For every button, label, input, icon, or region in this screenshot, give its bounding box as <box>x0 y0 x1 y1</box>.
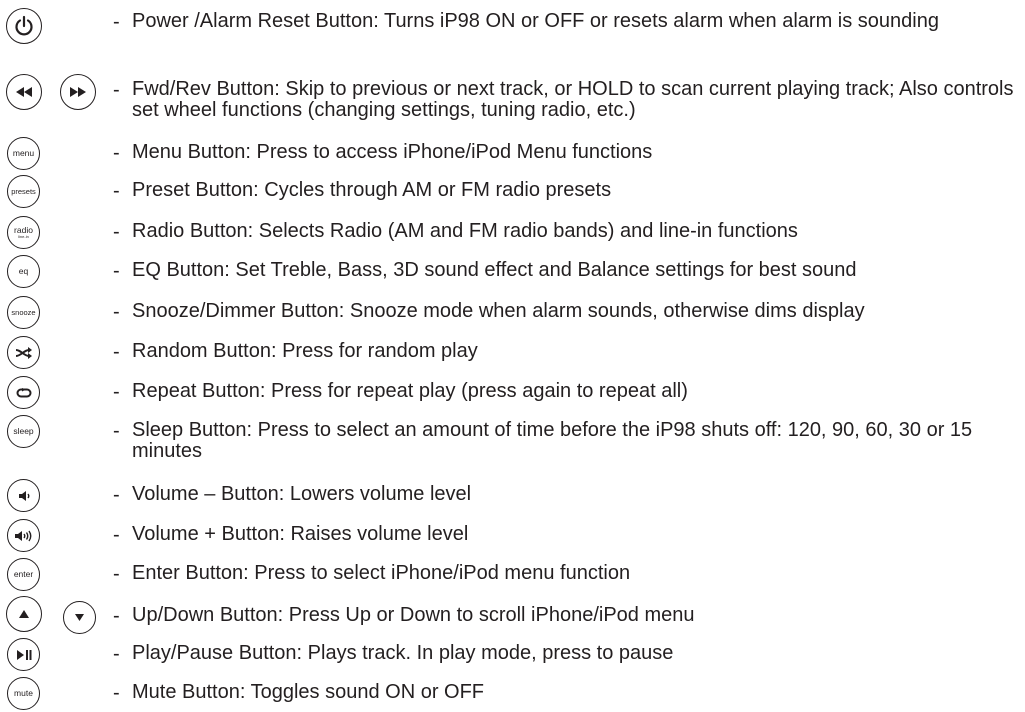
eq-icon: eq <box>7 255 40 288</box>
up-arrow-icon <box>6 596 42 632</box>
dash: - <box>113 484 120 506</box>
down-arrow-icon <box>63 601 96 634</box>
volume-up-description: Volume + Button: Raises volume level <box>132 523 469 545</box>
dash: - <box>113 180 120 202</box>
dash: - <box>113 11 120 33</box>
shuffle-icon <box>7 336 40 369</box>
dash: - <box>113 142 120 164</box>
presets-description: Preset Button: Cycles through AM or FM r… <box>132 179 612 201</box>
mute-icon: mute <box>7 677 40 710</box>
random-description: Random Button: Press for random play <box>132 340 478 362</box>
snooze-icon: snooze <box>7 296 40 329</box>
enter-description: Enter Button: Press to select iPhone/iPo… <box>132 562 631 584</box>
power-icon <box>6 8 42 44</box>
play-pause-icon <box>7 638 40 671</box>
volume-up-icon <box>7 519 40 552</box>
snooze-description: Snooze/Dimmer Button: Snooze mode when a… <box>132 300 865 322</box>
menu-icon: menu <box>7 137 40 170</box>
sleep-icon: sleep <box>7 415 40 448</box>
repeat-icon <box>7 376 40 409</box>
radio-icon: radio line-in <box>7 216 40 249</box>
rewind-icon <box>6 74 42 110</box>
dash: - <box>113 524 120 546</box>
dash: - <box>113 381 120 403</box>
menu-description: Menu Button: Press to access iPhone/iPod… <box>132 141 653 163</box>
presets-icon: presets <box>7 175 40 208</box>
dash: - <box>113 260 120 282</box>
dash: - <box>113 221 120 243</box>
dash: - <box>113 643 120 665</box>
dash: - <box>113 605 120 627</box>
volume-down-icon <box>7 479 40 512</box>
fwd-rev-description: Fwd/Rev Button: Skip to previous or next… <box>132 78 1014 121</box>
dash: - <box>113 420 120 442</box>
dash: - <box>113 682 120 704</box>
fast-forward-icon <box>60 74 96 110</box>
sleep-description: Sleep Button: Press to select an amount … <box>132 419 973 462</box>
mute-description: Mute Button: Toggles sound ON or OFF <box>132 681 485 703</box>
power-description: Power /Alarm Reset Button: Turns iP98 ON… <box>132 10 939 32</box>
volume-down-description: Volume – Button: Lowers volume level <box>132 483 472 505</box>
up-down-description: Up/Down Button: Press Up or Down to scro… <box>132 604 695 626</box>
enter-icon: enter <box>7 558 40 591</box>
eq-description: EQ Button: Set Treble, Bass, 3D sound ef… <box>132 259 857 281</box>
dash: - <box>113 341 120 363</box>
radio-description: Radio Button: Selects Radio (AM and FM r… <box>132 220 798 242</box>
dash: - <box>113 563 120 585</box>
play-pause-description: Play/Pause Button: Plays track. In play … <box>132 642 674 664</box>
dash: - <box>113 79 120 101</box>
dash: - <box>113 301 120 323</box>
repeat-description: Repeat Button: Press for repeat play (pr… <box>132 380 688 402</box>
